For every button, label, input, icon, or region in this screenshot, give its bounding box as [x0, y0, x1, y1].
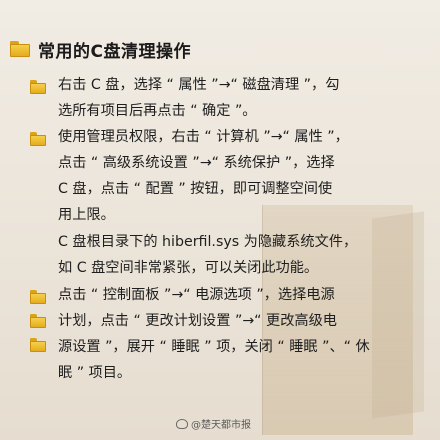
weibo-icon — [176, 418, 188, 429]
tip-item-2: 使用管理员权限，右击 “ 计算机 ”→“ 属性 ”， 点击 “ 高级系统设置 ”… — [58, 129, 349, 223]
folder-icon — [30, 290, 46, 304]
watermark: @楚天都市报 — [176, 416, 251, 431]
tip-item-4: 点击 “ 控制面板 ”→“ 电源选项 ”，选择电源 计划，点击 “ 更改计划设置… — [58, 287, 370, 381]
folder-icon — [30, 338, 46, 352]
section-title: 常用的C盘清理操作 — [10, 36, 191, 62]
folder-icon — [10, 41, 30, 57]
folder-icon — [30, 80, 46, 94]
folder-icon — [30, 132, 46, 146]
tip-item-3: C 盘根目录下的 hiberfil.sys 为隐藏系统文件， 如 C 盘空间非常… — [58, 234, 358, 276]
watermark-text: @楚天都市报 — [191, 420, 251, 431]
page-title: 常用的C盘清理操作 — [38, 41, 191, 62]
tip-item-1: 右击 C 盘，选择 “ 属性 ”→“ 磁盘清理 ”，勾 选所有项目后再点击 “ … — [58, 77, 340, 119]
folder-icon — [30, 314, 46, 328]
